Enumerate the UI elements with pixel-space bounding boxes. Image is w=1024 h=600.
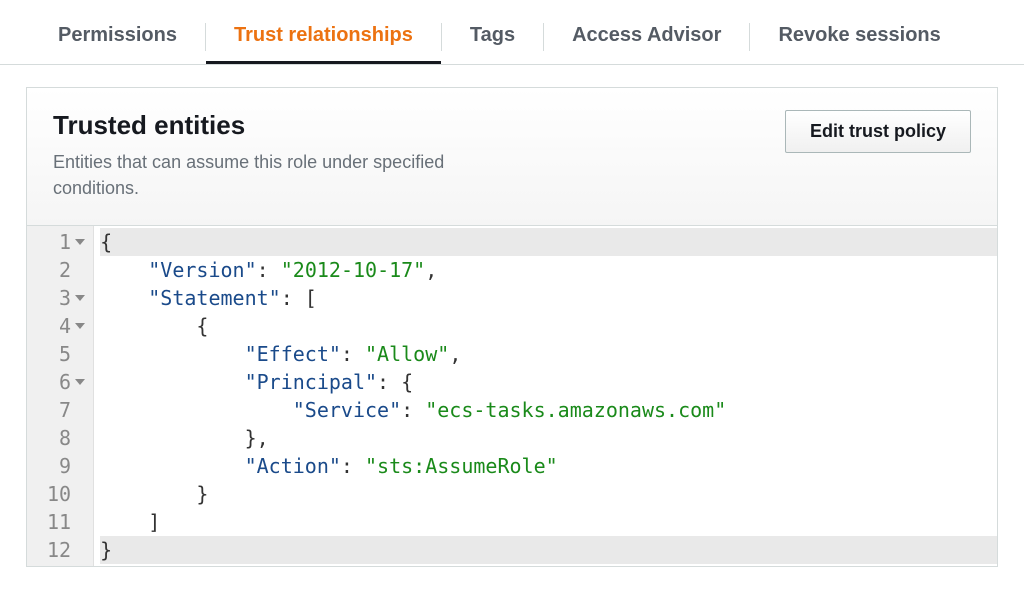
code-line[interactable]: }	[100, 480, 997, 508]
indent	[100, 426, 245, 450]
json-punct: {	[196, 314, 208, 338]
indent	[100, 258, 148, 282]
json-key: "Service"	[293, 398, 401, 422]
editor-gutter: 123456789101112	[27, 226, 94, 566]
code-line[interactable]: ]	[100, 508, 997, 536]
code-line[interactable]: {	[100, 312, 997, 340]
json-string: "sts:AssumeRole"	[365, 454, 558, 478]
panel-header: Trusted entities Entities that can assum…	[27, 88, 997, 226]
gutter-line-number: 6	[47, 368, 83, 396]
json-punct: : [	[281, 286, 317, 310]
policy-editor[interactable]: 123456789101112 { "Version": "2012-10-17…	[27, 226, 997, 566]
panel-title: Trusted entities	[53, 110, 513, 141]
json-punct: :	[341, 342, 365, 366]
gutter-line-number: 9	[47, 452, 83, 480]
code-line[interactable]: "Statement": [	[100, 284, 997, 312]
tab-trust-relationships[interactable]: Trust relationships	[206, 10, 441, 64]
tab-revoke-sessions[interactable]: Revoke sessions	[750, 10, 968, 64]
indent	[100, 510, 148, 534]
indent	[100, 286, 148, 310]
json-punct: :	[257, 258, 281, 282]
gutter-line-number: 12	[47, 536, 83, 564]
tab-tags[interactable]: Tags	[442, 10, 543, 64]
indent	[100, 482, 196, 506]
json-key: "Version"	[148, 258, 256, 282]
code-line[interactable]: "Action": "sts:AssumeRole"	[100, 452, 997, 480]
json-punct: :	[341, 454, 365, 478]
gutter-line-number: 1	[47, 228, 83, 256]
code-line[interactable]: "Effect": "Allow",	[100, 340, 997, 368]
panel-heading-group: Trusted entities Entities that can assum…	[53, 110, 513, 201]
gutter-line-number: 3	[47, 284, 83, 312]
code-line[interactable]: "Principal": {	[100, 368, 997, 396]
code-line[interactable]: }	[100, 536, 997, 564]
json-punct: }	[100, 538, 112, 562]
json-punct: :	[401, 398, 425, 422]
json-punct: },	[245, 426, 269, 450]
code-line[interactable]: },	[100, 424, 997, 452]
json-key: "Action"	[245, 454, 341, 478]
gutter-line-number: 11	[47, 508, 83, 536]
gutter-line-number: 5	[47, 340, 83, 368]
json-punct: : {	[377, 370, 413, 394]
code-line[interactable]: {	[100, 228, 997, 256]
panel-description: Entities that can assume this role under…	[53, 149, 513, 201]
tabs-bar: Permissions Trust relationships Tags Acc…	[0, 0, 1024, 65]
gutter-line-number: 4	[47, 312, 83, 340]
json-string: "2012-10-17"	[281, 258, 426, 282]
gutter-line-number: 8	[47, 424, 83, 452]
json-punct: ,	[449, 342, 461, 366]
json-key: "Principal"	[245, 370, 377, 394]
editor-code[interactable]: { "Version": "2012-10-17", "Statement": …	[94, 226, 997, 566]
content-area: Trusted entities Entities that can assum…	[0, 65, 1024, 567]
indent	[100, 370, 245, 394]
trusted-entities-panel: Trusted entities Entities that can assum…	[26, 87, 998, 567]
json-punct: {	[100, 230, 112, 254]
gutter-line-number: 2	[47, 256, 83, 284]
json-key: "Effect"	[245, 342, 341, 366]
tab-permissions[interactable]: Permissions	[30, 10, 205, 64]
tab-access-advisor[interactable]: Access Advisor	[544, 10, 749, 64]
indent	[100, 454, 245, 478]
edit-trust-policy-button[interactable]: Edit trust policy	[785, 110, 971, 153]
code-line[interactable]: "Service": "ecs-tasks.amazonaws.com"	[100, 396, 997, 424]
indent	[100, 314, 196, 338]
json-string: "Allow"	[365, 342, 449, 366]
code-line[interactable]: "Version": "2012-10-17",	[100, 256, 997, 284]
json-punct: }	[196, 482, 208, 506]
gutter-line-number: 7	[47, 396, 83, 424]
json-punct: ]	[148, 510, 160, 534]
indent	[100, 342, 245, 366]
indent	[100, 398, 293, 422]
json-string: "ecs-tasks.amazonaws.com"	[425, 398, 726, 422]
gutter-line-number: 10	[47, 480, 83, 508]
json-punct: ,	[425, 258, 437, 282]
json-key: "Statement"	[148, 286, 280, 310]
